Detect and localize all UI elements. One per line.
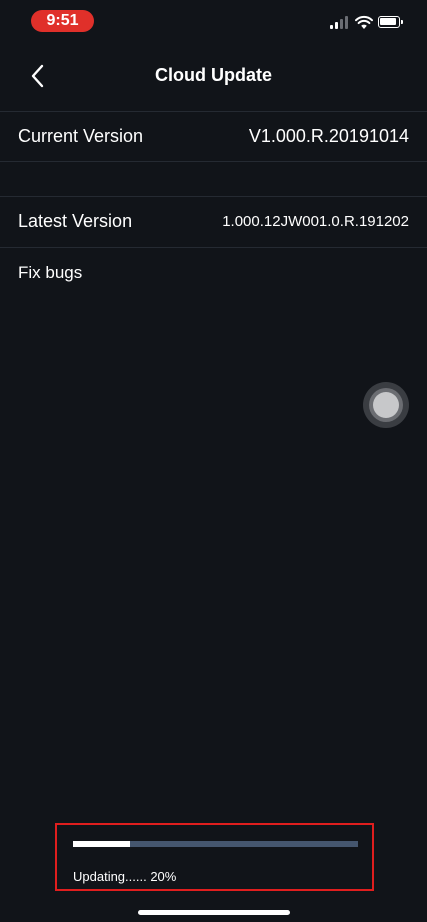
divider [0,161,427,162]
progress-bar [73,841,358,847]
current-version-row: Current Version V1.000.R.20191014 [0,113,427,161]
home-indicator[interactable] [138,910,290,915]
progress-bar-fill [73,841,130,847]
latest-version-value: 1.000.12JW001.0.R.191202 [222,213,409,230]
wifi-icon [355,15,373,29]
release-notes: Fix bugs [18,263,83,282]
update-progress-panel: Updating...... 20% [55,823,374,891]
current-version-label: Current Version [18,126,144,146]
status-bar: 9:51 [0,0,427,44]
divider [0,196,427,197]
nav-bar: Cloud Update [0,50,427,106]
signal-bars-icon [330,15,350,29]
divider [0,111,427,112]
battery-icon [378,16,403,28]
divider [0,247,427,248]
status-time: 9:51 [31,10,94,32]
page-title: Cloud Update [155,65,272,85]
latest-version-row: Latest Version 1.000.12JW001.0.R.191202 [0,198,427,246]
latest-version-label: Latest Version [18,211,133,231]
progress-status-text: Updating...... 20% [73,869,177,884]
cloud-update-screen: 9:51 Cloud Update Current Version V1.000… [0,0,427,922]
assistive-touch-icon[interactable] [363,382,409,428]
current-version-value: V1.000.R.20191014 [248,126,409,146]
